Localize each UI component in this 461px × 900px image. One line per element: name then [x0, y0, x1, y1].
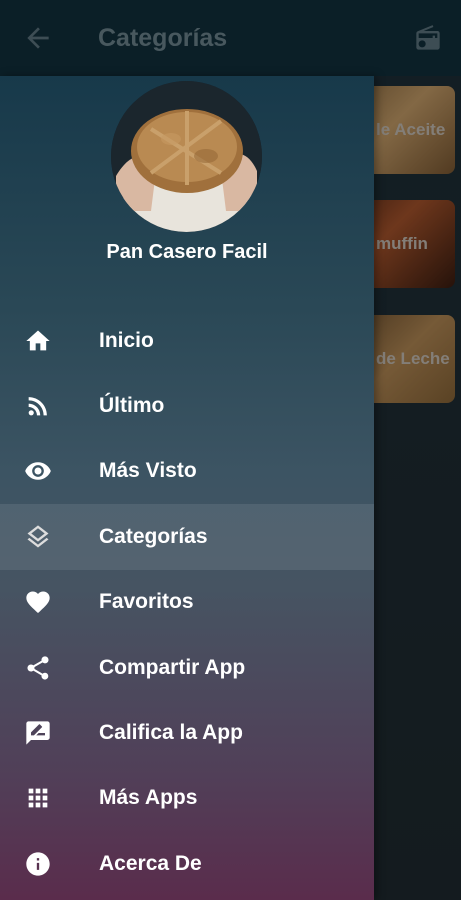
menu-item-label: Favoritos	[99, 590, 194, 614]
menu-item-favoritos[interactable]: Favoritos	[0, 570, 374, 635]
grid-icon	[23, 783, 53, 813]
heart-icon	[23, 587, 53, 617]
drawer-menu: Inicio Último Más Visto Categorías Favor…	[0, 308, 374, 897]
menu-item-label: Último	[99, 394, 165, 418]
menu-item-label: Categorías	[99, 524, 208, 548]
menu-item-label: Más Apps	[99, 786, 198, 810]
menu-item-label: Acerca De	[99, 851, 202, 875]
share-icon	[23, 653, 53, 683]
menu-item-ultimo[interactable]: Último	[0, 373, 374, 438]
app-logo	[111, 81, 262, 232]
menu-item-mas-apps[interactable]: Más Apps	[0, 766, 374, 831]
menu-item-label: Califica la App	[99, 721, 243, 745]
layers-icon	[23, 522, 53, 552]
menu-item-califica-la-app[interactable]: Califica la App	[0, 700, 374, 765]
rss-icon	[23, 391, 53, 421]
menu-item-mas-visto[interactable]: Más Visto	[0, 439, 374, 504]
menu-item-categorias[interactable]: Categorías	[0, 504, 374, 570]
menu-item-acerca-de[interactable]: Acerca De	[0, 831, 374, 896]
app-name: Pan Casero Facil	[106, 241, 268, 263]
navigation-drawer: Pan Casero Facil Inicio Último Más Visto…	[0, 76, 374, 900]
menu-item-compartir-app[interactable]: Compartir App	[0, 635, 374, 700]
menu-item-label: Inicio	[99, 328, 154, 352]
menu-item-label: Compartir App	[99, 655, 246, 679]
menu-item-label: Más Visto	[99, 459, 197, 483]
rate-review-icon	[23, 718, 53, 748]
info-icon	[23, 849, 53, 879]
eye-icon	[23, 456, 53, 486]
menu-item-inicio[interactable]: Inicio	[0, 308, 374, 373]
home-icon	[23, 326, 53, 356]
